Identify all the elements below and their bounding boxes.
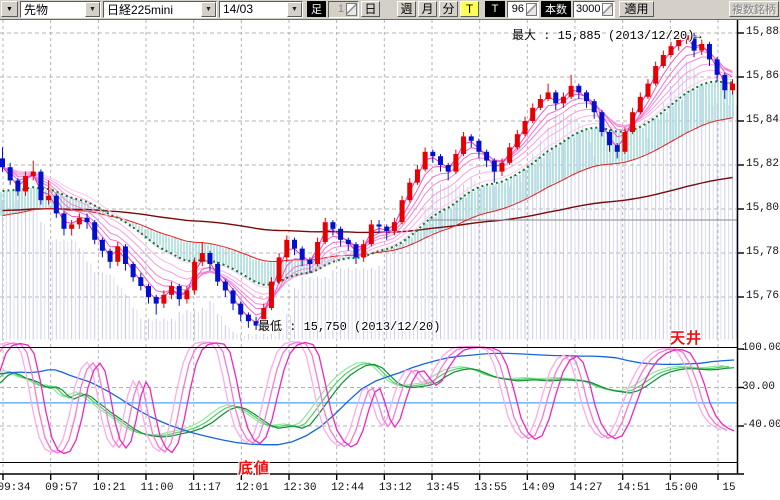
- instrument-type-combobox[interactable]: 先物 ▼: [20, 0, 101, 18]
- bar-interval-spinner[interactable]: 1: [328, 0, 359, 18]
- chart-canvas[interactable]: [0, 0, 780, 500]
- spinner-icon[interactable]: [526, 2, 537, 16]
- collapse-dropdown-button[interactable]: ▼: [1, 1, 18, 17]
- chevron-down-icon[interactable]: ▼: [85, 1, 100, 17]
- instrument-type-value: 先物: [24, 2, 49, 17]
- bar-count-spinner[interactable]: 3000: [573, 0, 615, 18]
- chevron-down-icon[interactable]: ▼: [287, 1, 302, 17]
- bar-interval-value: 1: [337, 3, 344, 15]
- period-tick-button[interactable]: T: [460, 1, 479, 17]
- contract-month-combobox[interactable]: 14/03 ▼: [219, 0, 303, 18]
- bar-count-label: 本数: [541, 1, 571, 17]
- tick-size-value: 96: [511, 3, 524, 15]
- contract-month-value: 14/03: [223, 2, 254, 16]
- bar-count-value: 3000: [576, 3, 601, 15]
- symbol-value: 日経225mini: [107, 2, 174, 17]
- apply-button[interactable]: 適用: [619, 1, 654, 17]
- period-day-button[interactable]: 日: [361, 1, 380, 17]
- tick-size-spinner[interactable]: 96: [507, 0, 539, 18]
- tick-size-label: T: [485, 1, 505, 17]
- bar-type-label: 足: [307, 1, 326, 17]
- spinner-icon[interactable]: [346, 2, 357, 16]
- period-minute-button[interactable]: 分: [439, 1, 458, 17]
- spinner-icon[interactable]: [602, 2, 613, 16]
- period-month-button[interactable]: 月: [418, 1, 437, 17]
- period-week-button[interactable]: 週: [397, 1, 416, 17]
- multi-symbol-button: 複数銘柄: [729, 1, 779, 17]
- symbol-combobox[interactable]: 日経225mini ▼: [103, 0, 217, 18]
- chart-application-window: ▼ 先物 ▼ 日経225mini ▼ 14/03 ▼ 足 1 日 週 月 分 T…: [0, 0, 780, 500]
- toolbar: ▼ 先物 ▼ 日経225mini ▼ 14/03 ▼ 足 1 日 週 月 分 T…: [0, 0, 780, 20]
- chevron-down-icon[interactable]: ▼: [201, 1, 216, 17]
- chevron-down-icon: ▼: [6, 5, 13, 13]
